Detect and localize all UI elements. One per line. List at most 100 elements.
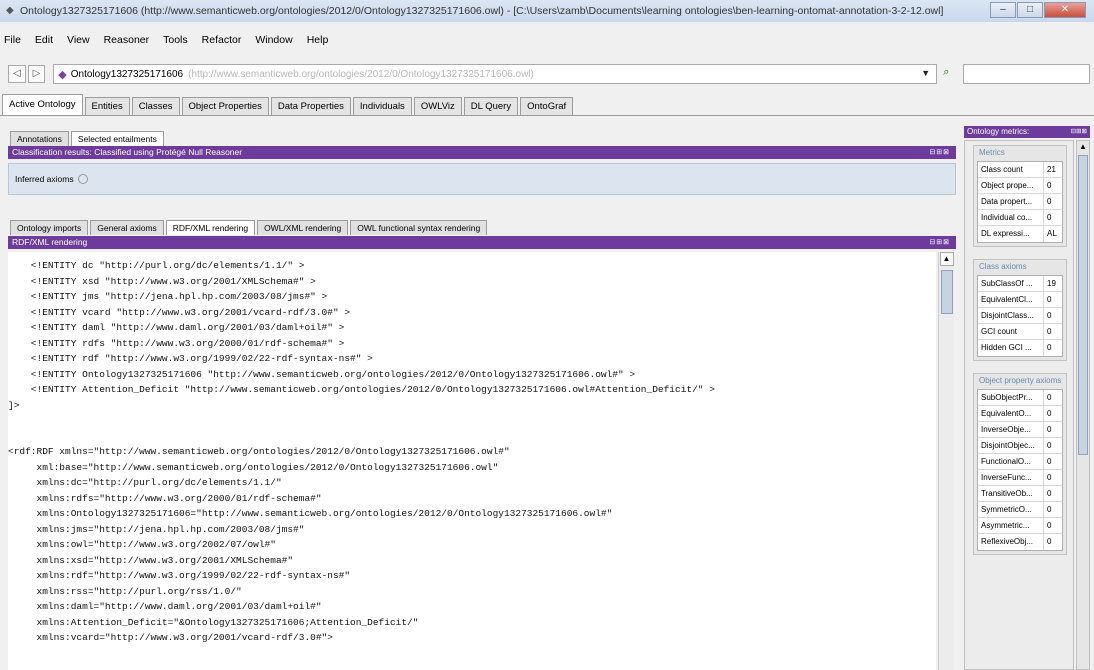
rdf-line: xmlns:jms="http://jena.hpl.hp.com/2003/0…	[8, 523, 305, 535]
metric-name: Object prope...	[978, 178, 1044, 193]
rdf-line: <!ENTITY xsd "http://www.w3.org/2001/XML…	[8, 275, 316, 287]
scroll-up-icon[interactable]: ▲	[1077, 141, 1089, 153]
metrics-row[interactable]: DisjointClass... 0	[978, 308, 1062, 324]
menu-edit[interactable]: Edit	[35, 34, 53, 46]
metrics-row[interactable]: Class count 21	[978, 162, 1062, 178]
metrics-scrollbar[interactable]: ▲	[1076, 140, 1090, 670]
metrics-group: Metrics Class count 21 Object prope... 0 Data…	[973, 145, 1067, 247]
metrics-group-title: Metrics	[979, 148, 1005, 157]
tab-classes[interactable]: Classes	[131, 97, 180, 115]
scroll-thumb[interactable]	[940, 270, 953, 314]
view-control-icons[interactable]: ⊟⊞⊠	[929, 146, 950, 159]
metrics-row[interactable]: DL expressi... AL	[978, 226, 1062, 242]
metrics-row[interactable]: InverseObje... 0	[978, 422, 1062, 438]
tab-owlxml-rendering[interactable]: OWL/XML rendering	[257, 220, 349, 235]
close-button[interactable]: ✕	[1044, 2, 1086, 18]
tab-owlviz[interactable]: OWLViz	[413, 97, 462, 115]
classification-results-header: Classification results: Classified using…	[8, 146, 956, 159]
ontology-metrics-header: Ontology metrics: ⊟⊞⊠	[964, 126, 1090, 138]
metrics-table: SubClassOf ... 19 EquivalentCl... 0 Disjoint…	[977, 275, 1063, 357]
ontology-metrics-title: Ontology metrics:	[967, 127, 1030, 136]
menu-file[interactable]: File	[4, 34, 21, 46]
menu-refactor[interactable]: Refactor	[202, 34, 242, 46]
metric-value: 0	[1047, 505, 1052, 514]
rdf-line: <!ENTITY vcard "http://www.w3.org/2001/v…	[8, 306, 351, 318]
scroll-thumb[interactable]	[1078, 155, 1088, 455]
metric-value: 0	[1047, 441, 1052, 450]
tab-owl-functional-syntax[interactable]: OWL functional syntax rendering	[350, 220, 488, 235]
view-control-icons[interactable]: ⊟⊞⊠	[1071, 126, 1087, 138]
metrics-row[interactable]: FunctionalO... 0	[978, 454, 1062, 470]
scroll-up-icon[interactable]: ▲	[939, 252, 954, 266]
rdfxml-text-area[interactable]: <!ENTITY dc "http://purl.org/dc/elements…	[8, 252, 936, 670]
tab-ontograf[interactable]: OntoGraf	[520, 97, 574, 115]
metrics-row[interactable]: EquivalentO... 0	[978, 406, 1062, 422]
metrics-row[interactable]: Individual co... 0	[978, 210, 1062, 226]
rdf-line: ]>	[8, 399, 20, 411]
metric-value: 0	[1047, 311, 1052, 320]
metric-value: 21	[1047, 165, 1056, 174]
tab-dl-query[interactable]: DL Query	[463, 97, 519, 115]
rdf-line: xmlns:xsd="http://www.w3.org/2001/XMLSch…	[8, 554, 294, 566]
tab-rdfxml-rendering[interactable]: RDF/XML rendering	[165, 220, 256, 235]
metric-name: TransitiveOb...	[978, 486, 1044, 501]
metric-name: SubObjectPr...	[978, 390, 1044, 405]
tab-object-properties[interactable]: Object Properties	[181, 97, 269, 115]
back-button[interactable]: ◁	[8, 65, 26, 83]
metrics-row[interactable]: DisjointObjec... 0	[978, 438, 1062, 454]
tab-general-axioms[interactable]: General axioms	[90, 220, 164, 235]
rdf-line: xmlns:rdfs="http://www.w3.org/2000/01/rd…	[8, 492, 322, 504]
rdf-line: xmlns:owl="http://www.w3.org/2002/07/owl…	[8, 539, 276, 550]
metric-name: EquivalentO...	[978, 406, 1044, 421]
help-icon[interactable]	[77, 174, 88, 184]
tab-ontology-imports[interactable]: Ontology imports	[10, 220, 89, 235]
metric-value: 0	[1047, 343, 1052, 352]
metrics-row[interactable]: Data propert... 0	[978, 194, 1062, 210]
menu-view[interactable]: View	[67, 34, 90, 46]
ontology-icon: ◆	[58, 68, 67, 81]
ontology-toolbar: ◁ ▷ ◆ Ontology1327325171606 (http://www.…	[8, 62, 1090, 86]
metric-name: InverseFunc...	[978, 470, 1044, 485]
metric-name: DL expressi...	[978, 226, 1044, 242]
metrics-row[interactable]: TransitiveOb... 0	[978, 486, 1062, 502]
tab-selected-entailments[interactable]: Selected entailments	[70, 131, 164, 146]
metrics-row[interactable]: Hidden GCI ... 0	[978, 340, 1062, 356]
metrics-row[interactable]: SymmetricO... 0	[978, 502, 1062, 518]
metric-name: SymmetricO...	[978, 502, 1044, 517]
menu-help[interactable]: Help	[307, 34, 329, 46]
tab-annotations[interactable]: Annotations	[10, 131, 69, 146]
metric-value: 0	[1047, 473, 1052, 482]
metrics-row[interactable]: ReflexiveObj... 0	[978, 534, 1062, 550]
tab-data-properties[interactable]: Data Properties	[270, 97, 351, 115]
metric-name: EquivalentCl...	[978, 292, 1044, 307]
metrics-row[interactable]: GCI count 0	[978, 324, 1062, 340]
metrics-row[interactable]: EquivalentCl... 0	[978, 292, 1062, 308]
menu-reasoner[interactable]: Reasoner	[104, 34, 150, 46]
forward-button[interactable]: ▷	[27, 65, 46, 83]
search-input[interactable]	[962, 64, 1090, 84]
metrics-row[interactable]: SubObjectPr... 0	[978, 390, 1062, 406]
tab-individuals[interactable]: Individuals	[352, 97, 412, 115]
menu-window[interactable]: Window	[255, 34, 292, 46]
dropdown-arrow-icon[interactable]: ▼	[921, 68, 930, 78]
rdfxml-rendering-title: RDF/XML rendering	[12, 237, 88, 247]
rdf-line: xmlns:Ontology1327325171606="http://www.…	[8, 508, 613, 519]
metrics-row[interactable]: SubClassOf ... 19	[978, 276, 1062, 292]
minimize-button[interactable]: –	[990, 2, 1016, 18]
view-control-icons[interactable]: ⊟⊞⊠	[929, 236, 950, 249]
tab-entities[interactable]: Entities	[84, 97, 130, 115]
maximize-button[interactable]: □	[1017, 2, 1043, 18]
metrics-table: Class count 21 Object prope... 0 Data proper…	[977, 161, 1063, 243]
metrics-row[interactable]: Asymmetric... 0	[978, 518, 1062, 534]
metric-name: Class count	[978, 162, 1044, 177]
rdfxml-scrollbar[interactable]: ▲	[938, 252, 954, 670]
metrics-row[interactable]: Object prope... 0	[978, 178, 1062, 194]
metrics-row[interactable]: InverseFunc... 0	[978, 470, 1062, 486]
active-ontology-selector[interactable]: ◆ Ontology1327325171606 (http://www.sema…	[53, 64, 938, 84]
metrics-table: SubObjectPr... 0 EquivalentO... 0 InverseObj…	[977, 389, 1063, 551]
search-icon[interactable]: ⌕	[943, 66, 959, 82]
tab-active-ontology[interactable]: Active Ontology	[2, 94, 83, 115]
rendering-tab-bar: Ontology imports General axioms RDF/XML …	[10, 220, 489, 235]
menu-tools[interactable]: Tools	[163, 34, 188, 46]
annotations-tab-bar: Annotations Selected entailments	[10, 131, 166, 146]
